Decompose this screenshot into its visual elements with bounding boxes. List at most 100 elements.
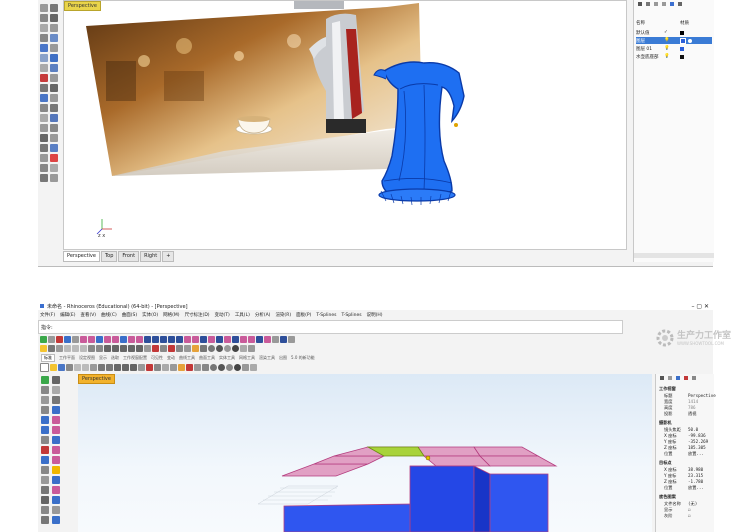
dimension-tool-icon[interactable] — [40, 154, 48, 162]
menu-file[interactable]: 文件(F) — [40, 312, 55, 318]
save-icon[interactable] — [48, 345, 55, 352]
tab-solid-tools[interactable]: 实体工具 — [219, 355, 235, 361]
sphere-tool-icon[interactable] — [40, 84, 48, 92]
tab-mesh-tools[interactable]: 网格工具 — [239, 355, 255, 361]
menu-tsplines-2[interactable]: T-Splines — [341, 313, 361, 318]
sweep-tool-icon[interactable] — [50, 64, 58, 72]
copy-icon[interactable] — [72, 345, 79, 352]
paste-icon[interactable] — [80, 345, 87, 352]
tab-new-in-v5[interactable]: 5.0 的新功能 — [291, 355, 315, 361]
extrude-icon[interactable] — [96, 336, 103, 343]
arc-icon[interactable] — [41, 406, 49, 414]
render-preview-icon[interactable] — [218, 364, 225, 371]
folder-icon[interactable] — [40, 345, 47, 352]
symmetry-icon[interactable] — [256, 336, 263, 343]
array-tool-icon[interactable] — [40, 144, 48, 152]
crease-icon[interactable] — [184, 336, 191, 343]
surface-icon[interactable] — [64, 336, 71, 343]
box-icon[interactable] — [41, 436, 49, 444]
mesh-tool-icon[interactable] — [40, 94, 48, 102]
blend-icon[interactable] — [136, 336, 143, 343]
new-layer-icon[interactable] — [638, 2, 642, 6]
mirror-icon[interactable] — [52, 496, 60, 504]
filter-icon[interactable] — [670, 2, 674, 6]
prop-value[interactable]: 50.0 — [688, 427, 698, 432]
properties-icon[interactable] — [184, 345, 191, 352]
bridge-icon[interactable] — [216, 336, 223, 343]
wireframe-icon[interactable] — [200, 345, 207, 352]
select-icon[interactable] — [41, 376, 49, 384]
layer-row[interactable]: 默认值 ✓ — [636, 29, 712, 36]
scale-icon[interactable] — [41, 496, 49, 504]
undo-icon[interactable] — [98, 364, 105, 371]
tab-cplanes[interactable]: 工作平面 — [59, 355, 75, 361]
print-icon[interactable] — [56, 345, 63, 352]
patch-icon[interactable] — [104, 336, 111, 343]
xray-icon[interactable] — [232, 345, 239, 352]
polyline-icon[interactable] — [52, 386, 60, 394]
rendered-icon[interactable] — [216, 345, 223, 352]
layer-row-selected[interactable]: 图层 💡 — [636, 37, 712, 44]
perspective-viewport[interactable]: Perspective z x — [63, 0, 627, 250]
copy-icon[interactable] — [82, 364, 89, 371]
prop-value[interactable]: 38.980 — [688, 467, 703, 472]
weld-icon[interactable] — [224, 336, 231, 343]
move-down-icon[interactable] — [662, 2, 666, 6]
cut-icon[interactable] — [64, 345, 71, 352]
loft-icon[interactable] — [80, 336, 87, 343]
grid-icon[interactable] — [168, 345, 175, 352]
menu-tsplines[interactable]: T-Splines — [316, 313, 336, 318]
new-icon[interactable] — [40, 363, 49, 372]
circle-tool-icon[interactable] — [50, 24, 58, 32]
tab-drafting[interactable]: 出图 — [279, 355, 287, 361]
perspective-viewport-2[interactable]: Perspective — [78, 374, 652, 532]
tspline-plane-icon[interactable] — [168, 336, 175, 343]
move-icon[interactable] — [41, 486, 49, 494]
sweep-icon[interactable] — [52, 446, 60, 454]
material-icon[interactable] — [688, 38, 692, 43]
mesh-icon[interactable] — [41, 456, 49, 464]
zoom-window-icon[interactable] — [138, 364, 145, 371]
object-properties-icon[interactable] — [660, 376, 664, 380]
join-icon[interactable] — [52, 476, 60, 484]
trim-tool-icon[interactable] — [50, 104, 58, 112]
point-icon[interactable] — [52, 376, 60, 384]
lightbulb-icon[interactable]: 💡 — [664, 38, 678, 43]
select-tool-icon[interactable] — [40, 4, 48, 12]
gray-checkbox[interactable]: ☑ — [688, 513, 691, 518]
cylinder-tool-icon[interactable] — [50, 84, 58, 92]
place-target-button[interactable]: 放置... — [688, 485, 704, 491]
prop-value[interactable]: 185.305 — [688, 445, 706, 450]
trim-icon[interactable] — [52, 466, 60, 474]
print-icon[interactable] — [66, 364, 73, 371]
boolean-tool-icon[interactable] — [50, 94, 58, 102]
box-tool-icon[interactable] — [50, 74, 58, 82]
rotate-view-icon[interactable] — [112, 345, 119, 352]
sweep-icon[interactable] — [88, 336, 95, 343]
split-tool-icon[interactable] — [40, 114, 48, 122]
menu-tools[interactable]: 工具(L) — [235, 312, 250, 318]
ellipse-tool-icon[interactable] — [50, 44, 58, 52]
hide-icon[interactable] — [170, 364, 177, 371]
tab-display[interactable]: 显示 — [99, 355, 107, 361]
tab-transform[interactable]: 变动 — [167, 355, 175, 361]
four-view-icon[interactable] — [154, 364, 161, 371]
extrude-icon[interactable] — [52, 436, 60, 444]
cut-icon[interactable] — [74, 364, 81, 371]
prop-value[interactable]: Perspective — [688, 393, 716, 398]
help-icon[interactable] — [248, 345, 255, 352]
move-up-icon[interactable] — [654, 2, 658, 6]
array-icon[interactable] — [41, 506, 49, 514]
rectangle-icon[interactable] — [52, 406, 60, 414]
redo-icon[interactable] — [96, 345, 103, 352]
surface-tool-icon[interactable] — [40, 54, 48, 62]
layer-color-swatch[interactable] — [680, 30, 684, 35]
analyze-tool-icon[interactable] — [50, 164, 58, 172]
tab-top[interactable]: Top — [100, 251, 118, 262]
layer-manager-icon[interactable] — [176, 345, 183, 352]
save-icon[interactable] — [58, 364, 65, 371]
line-tool-icon[interactable] — [40, 14, 48, 22]
grid-tool-icon[interactable] — [50, 144, 58, 152]
layer-row[interactable]: 图层 01 💡 — [636, 45, 712, 52]
subdivide-icon[interactable] — [208, 336, 215, 343]
